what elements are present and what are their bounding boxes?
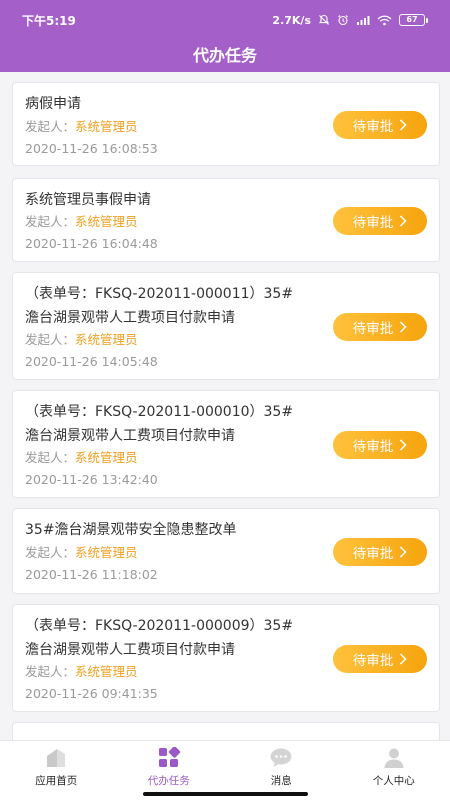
task-time: 2020-11-26 16:04:48 (25, 236, 158, 251)
task-card[interactable]: 35#澹台湖景观带安全隐患整改单 发起人：系统管理员 2020-11-26 11… (12, 508, 440, 594)
initiator-label: 发起人： (25, 450, 76, 465)
initiator-label: 发起人： (25, 214, 76, 229)
wifi-icon (377, 15, 392, 26)
chevron-right-icon (399, 546, 407, 558)
mute-bell-icon (318, 14, 330, 26)
app-header: 下午5:19 2.7K/s 67 代办任务 (0, 0, 450, 72)
initiator-name: 系统管理员 (75, 214, 138, 229)
tab-home[interactable]: 应用首页 (0, 741, 113, 800)
task-card[interactable]: （表单号：FKSQ-202011-000010）35# 澹台湖景观带人工费项目付… (12, 390, 440, 498)
approve-button-label: 待审批 (352, 439, 394, 455)
status-indicators: 2.7K/s 67 (272, 14, 428, 27)
approve-button-label: 待审批 (352, 653, 394, 669)
task-card[interactable]: （表单号：FKSQ-202011-000009）35# 澹台湖景观带人工费项目付… (12, 604, 440, 712)
task-time: 2020-11-26 13:42:40 (25, 472, 158, 487)
initiator-name: 系统管理员 (75, 664, 138, 679)
approve-button[interactable]: 待审批 (333, 313, 427, 341)
chevron-right-icon (399, 653, 407, 665)
task-card[interactable]: 系统管理员事假申请 发起人：系统管理员 2020-11-26 16:04:48 … (12, 178, 440, 262)
network-speed: 2.7K/s (272, 13, 311, 27)
task-title-line-2: 澹台湖景观带人工费项目付款申请 (25, 310, 235, 326)
chevron-right-icon (399, 119, 407, 131)
chevron-right-icon (399, 439, 407, 451)
initiator-label: 发起人： (25, 332, 76, 347)
task-title-line-2: 澹台湖景观带人工费项目付款申请 (25, 428, 235, 444)
tab-profile-label: 个人中心 (372, 775, 415, 787)
chevron-right-icon (399, 215, 407, 227)
initiator-label: 发起人： (25, 545, 76, 560)
cell-signal-icon (356, 15, 370, 26)
approve-button-label: 待审批 (352, 215, 394, 231)
task-initiator: 发起人：系统管理员 (25, 118, 138, 136)
task-card[interactable]: （表单号：FKSQ-202011-000011）35# 澹台湖景观带人工费项目付… (12, 272, 440, 380)
approve-button-label: 待审批 (352, 546, 394, 562)
task-title-line-2: 澹台湖景观带人工费项目付款申请 (25, 642, 235, 658)
task-initiator: 发起人：系统管理员 (25, 449, 138, 467)
tab-home-label: 应用首页 (35, 775, 78, 787)
alarm-clock-icon (337, 14, 349, 26)
tab-profile[interactable]: 个人中心 (338, 741, 450, 800)
initiator-label: 发起人： (25, 664, 76, 679)
initiator-name: 系统管理员 (75, 450, 138, 465)
home-indicator[interactable] (143, 792, 308, 796)
user-profile-icon (384, 748, 404, 768)
task-title-line-1: （表单号：FKSQ-202011-000011）35# (25, 286, 294, 302)
tasks-grid-icon (158, 747, 180, 767)
task-initiator: 发起人：系统管理员 (25, 213, 138, 231)
task-list[interactable]: 病假申请 发起人：系统管理员 2020-11-26 16:08:53 待审批 系… (12, 82, 440, 740)
task-card-partial[interactable] (12, 722, 440, 740)
task-title-line-1: （表单号：FKSQ-202011-000010）35# (25, 404, 294, 420)
task-title: 35#澹台湖景观带安全隐患整改单 (25, 522, 237, 538)
bottom-tab-bar: 应用首页 代办任务 消息 个人中心 (0, 740, 450, 800)
message-bubble-icon (270, 748, 292, 767)
initiator-name: 系统管理员 (75, 119, 138, 134)
approve-button[interactable]: 待审批 (333, 207, 427, 235)
task-initiator: 发起人：系统管理员 (25, 331, 138, 349)
approve-button[interactable]: 待审批 (333, 431, 427, 459)
status-bar: 下午5:19 2.7K/s 67 (0, 0, 450, 40)
tab-messages-label: 消息 (270, 775, 292, 787)
battery-icon: 67 (399, 14, 428, 26)
initiator-label: 发起人： (25, 119, 76, 134)
chevron-right-icon (399, 321, 407, 333)
page-title: 代办任务 (192, 46, 257, 65)
tab-tasks-label: 代办任务 (147, 775, 190, 787)
status-time: 下午5:19 (22, 13, 76, 28)
task-time: 2020-11-26 14:05:48 (25, 354, 158, 369)
task-title: 系统管理员事假申请 (25, 192, 151, 208)
task-card[interactable]: 病假申请 发起人：系统管理员 2020-11-26 16:08:53 待审批 (12, 82, 440, 166)
approve-button[interactable]: 待审批 (333, 111, 427, 139)
task-title: 病假申请 (25, 96, 81, 112)
approve-button[interactable]: 待审批 (333, 538, 427, 566)
initiator-name: 系统管理员 (75, 545, 138, 560)
task-time: 2020-11-26 11:18:02 (25, 567, 158, 582)
battery-level: 67 (399, 14, 425, 26)
task-title-line-1: （表单号：FKSQ-202011-000009）35# (25, 618, 294, 634)
approve-button[interactable]: 待审批 (333, 645, 427, 673)
approve-button-label: 待审批 (352, 119, 394, 135)
home-apps-icon (47, 749, 66, 767)
initiator-name: 系统管理员 (75, 332, 138, 347)
task-initiator: 发起人：系统管理员 (25, 544, 138, 562)
task-initiator: 发起人：系统管理员 (25, 663, 138, 681)
task-time: 2020-11-26 16:08:53 (25, 141, 158, 156)
approve-button-label: 待审批 (352, 321, 394, 337)
task-time: 2020-11-26 09:41:35 (25, 686, 158, 701)
